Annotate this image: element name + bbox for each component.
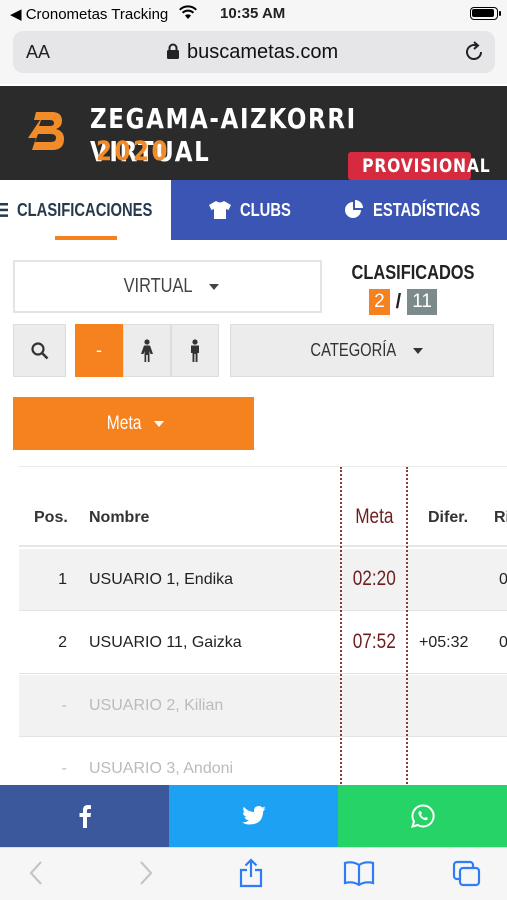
search-icon [30, 341, 48, 359]
header-pos[interactable]: Pos. [34, 509, 68, 527]
cell-ri: 0 [499, 634, 507, 652]
status-bar: ◀ Cronometas Tracking 10:35 AM [0, 0, 507, 28]
reload-icon[interactable] [463, 41, 485, 63]
address-bar[interactable]: AA buscametas.com [13, 31, 495, 73]
classified-summary: CLASIFICADOS 2 / 11 [338, 262, 475, 315]
header-meta[interactable]: Meta [341, 505, 407, 529]
active-tab-indicator [55, 236, 117, 240]
cell-pos: - [61, 760, 67, 777]
whatsapp-icon [410, 804, 435, 828]
event-year: 2020 [96, 136, 171, 167]
gender-filter: - [75, 324, 220, 377]
cell-name: USUARIO 11, Gaizka [89, 634, 242, 651]
count-separator: / [395, 290, 402, 313]
browser-forward-icon[interactable] [138, 860, 154, 886]
table-row[interactable]: - USUARIO 2, Kilian [19, 675, 507, 737]
browser-toolbar [0, 847, 507, 900]
bookmarks-icon[interactable] [343, 860, 375, 886]
tabs-icon[interactable] [452, 860, 482, 888]
classified-count: 2 [369, 289, 390, 315]
tab-label: ESTADÍSTICAS [372, 199, 480, 220]
share-facebook-button[interactable] [0, 785, 169, 847]
race-select-value: VIRTUAL [124, 275, 193, 297]
gender-all-button[interactable]: - [75, 324, 123, 377]
table-header: Pos. Nombre Meta Difer. Ri [19, 467, 507, 547]
gender-male-button[interactable] [171, 324, 219, 377]
results-table: Pos. Nombre Meta Difer. Ri 1 USUARIO 1, … [19, 466, 507, 786]
split-select-value: Meta [107, 412, 142, 434]
classified-label: CLASIFICADOS [351, 262, 475, 284]
battery-icon [470, 7, 501, 20]
share-whatsapp-button[interactable] [338, 785, 507, 847]
race-select[interactable]: VIRTUAL [13, 260, 322, 313]
tab-label: CLASIFICACIONES [17, 199, 153, 220]
header-ri[interactable]: Ri [494, 509, 507, 527]
cell-ri: 0 [499, 571, 507, 589]
split-select[interactable]: Meta [13, 397, 254, 450]
tab-estadisticas[interactable]: ESTADÍSTICAS [339, 180, 507, 240]
cell-name: USUARIO 3, Andoni [89, 760, 234, 777]
chevron-down-icon [413, 347, 424, 354]
cell-name: USUARIO 2, Kilian [89, 697, 224, 714]
cell-name: USUARIO 1, Endika [89, 571, 234, 588]
header-dif[interactable]: Difer. [428, 509, 468, 527]
category-select-value: CATEGORÍA [310, 340, 396, 360]
text-size-button[interactable]: AA [26, 42, 50, 63]
cell-meta: 07:52 [352, 630, 396, 653]
table-row[interactable]: 1 USUARIO 1, Endika 02:20 0 [19, 549, 507, 611]
provisional-badge: PROVISIONAL [348, 152, 490, 180]
browser-back-icon[interactable] [28, 860, 44, 886]
cell-pos: 2 [58, 634, 67, 651]
category-select[interactable]: CATEGORÍA [230, 324, 494, 377]
meta-column-divider-left [340, 467, 342, 786]
brand-logo-icon [28, 112, 64, 150]
tab-label: CLUBS [240, 199, 291, 220]
total-count: 11 [407, 289, 437, 315]
share-twitter-button[interactable] [169, 785, 338, 847]
back-to-app-link[interactable]: ◀ Cronometas Tracking [10, 5, 168, 23]
wifi-icon [179, 5, 197, 19]
facebook-icon [79, 805, 91, 828]
clock: 10:35 AM [220, 5, 286, 22]
share-bar [0, 785, 507, 847]
pie-chart-icon [344, 200, 363, 218]
meta-column-divider-right [406, 467, 408, 786]
chevron-down-icon [208, 283, 219, 290]
cell-dif: +05:32 [419, 634, 469, 651]
header-name[interactable]: Nombre [89, 509, 149, 527]
tab-clubs[interactable]: CLUBS [171, 180, 339, 240]
browser-address-area: AA buscametas.com [0, 28, 507, 84]
list-icon [0, 203, 8, 217]
twitter-icon [241, 806, 265, 825]
male-icon [191, 338, 199, 362]
cell-pos: 1 [58, 571, 67, 588]
main-tabs: CLASIFICACIONES CLUBS ESTADÍSTICAS [0, 180, 507, 240]
url-text[interactable]: buscametas.com [187, 41, 338, 64]
table-row[interactable]: 2 USUARIO 11, Gaizka 07:52 +05:32 0 [19, 612, 507, 674]
table-row[interactable]: - USUARIO 3, Andoni [19, 738, 507, 786]
event-header: ZEGAMA-AIZKORRI VIRTUAL 2020 PROVISIONAL [0, 86, 507, 180]
chevron-down-icon [153, 420, 164, 427]
tab-clasificaciones[interactable]: CLASIFICACIONES [0, 180, 171, 240]
female-icon [141, 338, 153, 362]
share-icon[interactable] [238, 858, 264, 888]
search-button[interactable] [13, 324, 66, 377]
cell-meta: 02:20 [352, 567, 396, 590]
shirt-icon [209, 201, 231, 219]
gender-female-button[interactable] [123, 324, 171, 377]
gender-all-label: - [96, 340, 102, 360]
lock-icon [167, 43, 179, 59]
cell-pos: - [61, 697, 67, 714]
